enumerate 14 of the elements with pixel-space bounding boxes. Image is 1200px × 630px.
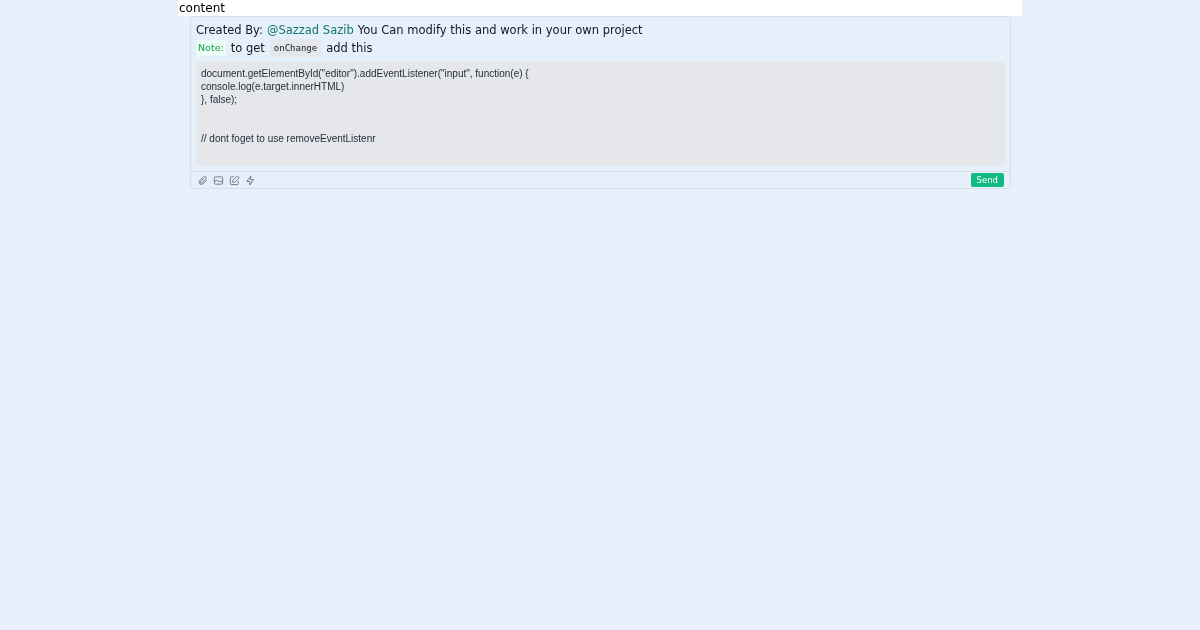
lightning-icon[interactable] xyxy=(245,174,256,186)
image-icon[interactable] xyxy=(213,174,224,186)
editor-field[interactable]: document.getElementById("editor").addEventListener("input", function(e) { console.log(e.target.innerHTML) }, false); // dont foget to use removeEventListenr xyxy=(196,62,1005,166)
page-title: content xyxy=(179,2,225,14)
paperclip-icon[interactable] xyxy=(197,174,208,186)
note-text: add this xyxy=(326,40,373,56)
credit-label: Created By: xyxy=(196,22,263,38)
edit-icon[interactable] xyxy=(229,174,240,186)
credit-text: You Can modify this and work in your own project xyxy=(357,22,643,38)
note-text: to get xyxy=(230,40,265,56)
note-badge: Note: xyxy=(196,40,226,56)
send-button[interactable]: Send xyxy=(970,172,1004,188)
code-snippet: onChange xyxy=(269,39,322,57)
author-link[interactable]: @Sazzad Sazib xyxy=(266,22,354,38)
